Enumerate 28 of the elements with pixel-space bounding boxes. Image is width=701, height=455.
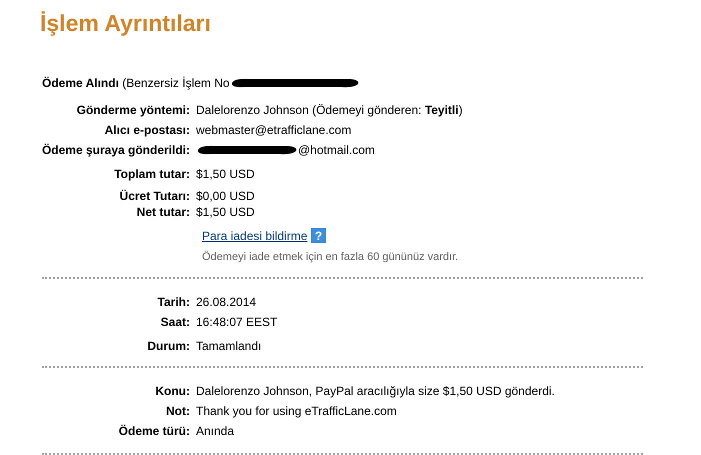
field-value: Dalelorenzo Johnson (Ödemeyi gönderen: Teyitli) — [196, 102, 463, 118]
field-label: Toplam tutar: — [113, 166, 191, 182]
field-value: webmaster@etrafficlane.com — [196, 122, 352, 138]
field-label: Ödeme şuraya gönderildi: — [40, 142, 191, 158]
field-value: $1,50 USD — [196, 204, 255, 220]
field-label: Not: — [165, 402, 191, 420]
field-label: Ücret Tutarı: — [118, 188, 191, 204]
refund-note: Ödemeyi iade etmek için en fazla 60 gününüz vardır. — [202, 250, 460, 264]
field-value: Thank you for using eTrafficLane.com — [196, 402, 397, 420]
field-label: Alıcı e-postası: — [104, 122, 191, 138]
field-label: Saat: — [160, 314, 191, 330]
field-value: $0,00 USD — [196, 188, 255, 204]
page-title: İşlem Ayrıntıları — [40, 9, 211, 38]
field-value: @hotmail.com — [298, 142, 375, 158]
field-label: Konu: — [154, 382, 191, 400]
field-value: Tamamlandı — [196, 338, 262, 354]
field-label: Net tutar: — [136, 204, 191, 220]
payment-header: Ödeme Alındı (Benzersiz İşlem No — [42, 74, 230, 92]
field-value: Dalelorenzo Johnson, PayPal aracılığıyla size $1,50 USD gönderdi. — [196, 382, 555, 400]
field-value: Anında — [196, 422, 234, 440]
field-value: $1,50 USD — [196, 166, 255, 182]
field-value: 26.08.2014 — [196, 294, 256, 310]
field-label: Ödeme türü: — [118, 422, 191, 440]
field-label: Tarih: — [156, 294, 191, 310]
field-value: 16:48:07 EEST — [196, 314, 278, 330]
refund-link[interactable]: Para iadesi bildirme — [202, 228, 308, 244]
field-label: Gönderme yöntemi: — [76, 102, 191, 118]
field-label: Durum: — [146, 338, 191, 354]
